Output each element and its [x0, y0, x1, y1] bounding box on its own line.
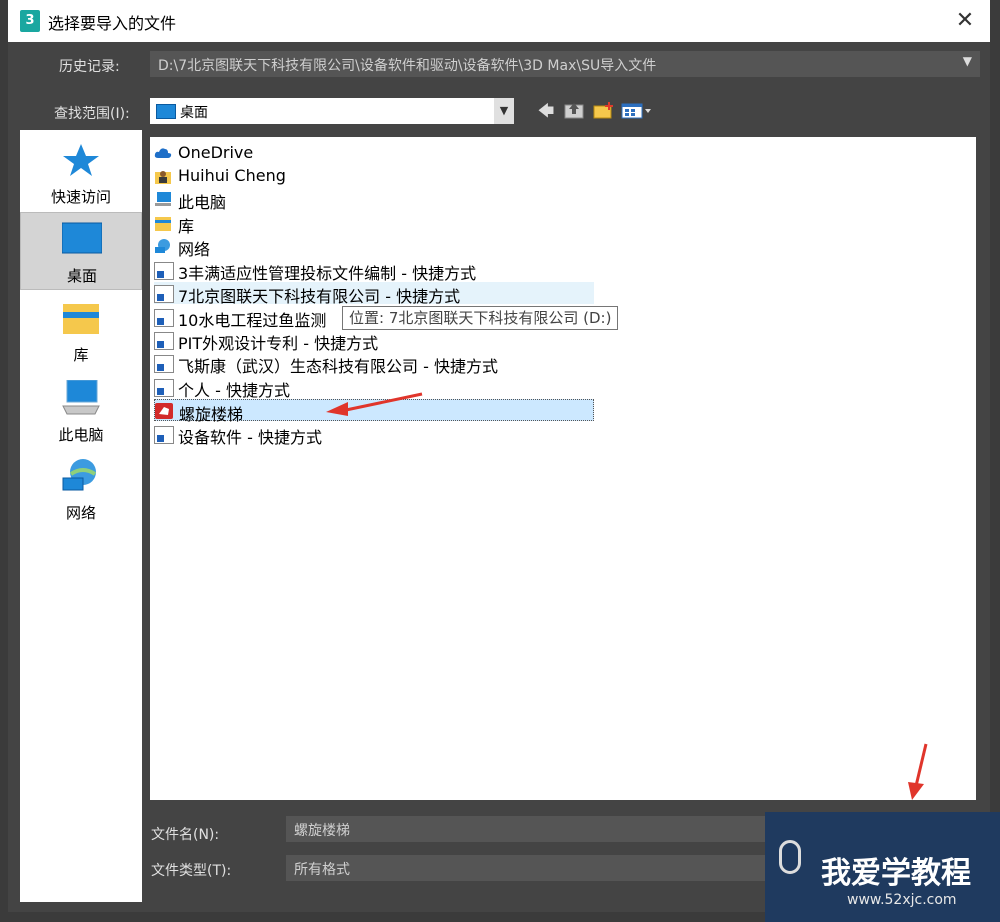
- place-library[interactable]: 库: [20, 292, 142, 370]
- file-item[interactable]: 网络: [154, 235, 454, 259]
- desktop-icon: [156, 104, 176, 119]
- file-name: PIT外观设计专利 - 快捷方式: [178, 334, 379, 353]
- shortcut-icon: [154, 426, 174, 444]
- file-name: 螺旋楼梯: [179, 405, 244, 424]
- history-dropdown[interactable]: D:\7北京图联天下科技有限公司\设备软件和驱动\设备软件\3D Max\SU导…: [150, 51, 980, 77]
- place-label: 网络: [65, 504, 96, 522]
- shortcut-icon: [154, 379, 174, 397]
- shortcut-icon: [154, 285, 174, 303]
- file-item[interactable]: 10水电工程过鱼监测: [154, 306, 334, 330]
- file-name: 10水电工程过鱼监测: [178, 311, 327, 330]
- shortcut-icon: [154, 332, 174, 350]
- place-quick-access[interactable]: 快速访问: [20, 134, 142, 212]
- place-label: 此电脑: [58, 426, 104, 444]
- up-folder-icon[interactable]: [562, 100, 586, 122]
- red-arrow-annotation: [326, 392, 423, 416]
- watermark-url: www.52xjc.com: [847, 892, 957, 908]
- file-name: 7北京图联天下科技有限公司 - 快捷方式: [178, 287, 461, 306]
- dialog-title: 选择要导入的文件: [48, 14, 177, 33]
- chevron-down-icon: ▼: [962, 54, 972, 68]
- filetype-label: 文件类型(T):: [151, 863, 232, 879]
- library-icon: [155, 217, 171, 231]
- sketchup-file-icon: [155, 403, 173, 419]
- file-name: 个人 - 快捷方式: [178, 381, 290, 400]
- app-3dsmax-icon: 3: [20, 10, 40, 32]
- file-item[interactable]: Huihui Cheng: [154, 165, 454, 187]
- close-button[interactable]: ✕: [950, 6, 980, 36]
- place-label: 库: [73, 346, 89, 364]
- place-label: 快速访问: [50, 188, 111, 206]
- file-name: Huihui Cheng: [178, 166, 286, 185]
- filetype-value: 所有格式: [294, 862, 350, 878]
- file-item[interactable]: 3丰满适应性管理投标文件编制 - 快捷方式: [154, 259, 594, 283]
- places-bar: 快速访问 桌面 库 此电脑 网络: [20, 130, 142, 902]
- file-item[interactable]: 库: [154, 212, 454, 236]
- network-icon: [62, 459, 97, 491]
- network-icon: [155, 239, 170, 253]
- view-menu-icon[interactable]: [620, 100, 654, 122]
- file-name: 设备软件 - 快捷方式: [178, 428, 322, 447]
- file-item[interactable]: PIT外观设计专利 - 快捷方式: [154, 329, 594, 353]
- location-tooltip: 位置: 7北京图联天下科技有限公司 (D:): [342, 306, 619, 330]
- star-icon: [63, 144, 99, 176]
- file-item[interactable]: 设备软件 - 快捷方式: [154, 423, 594, 447]
- import-file-dialog: 3 选择要导入的文件 ✕ 历史记录: D:\7北京图联天下科技有限公司\设备软件…: [8, 0, 990, 912]
- library-icon: [63, 304, 99, 334]
- paperclip-icon: [779, 840, 801, 874]
- shortcut-icon: [154, 355, 174, 373]
- file-item[interactable]: 此电脑: [154, 188, 454, 212]
- computer-icon: [155, 192, 171, 206]
- look-in-value: 桌面: [180, 105, 208, 121]
- red-arrow-annotation: [908, 743, 928, 800]
- look-in-label: 查找范围(I):: [54, 106, 130, 122]
- title-bar: 3 选择要导入的文件 ✕: [8, 0, 990, 42]
- new-folder-icon[interactable]: [592, 100, 616, 122]
- place-this-pc[interactable]: 此电脑: [20, 372, 142, 450]
- back-arrow-icon[interactable]: 🡄: [536, 100, 556, 122]
- watermark-overlay: 我爱学教程 www.52xjc.com: [765, 812, 1000, 922]
- history-label: 历史记录:: [59, 59, 120, 75]
- user-folder-icon: [155, 171, 171, 184]
- file-name: 网络: [178, 240, 211, 259]
- place-network[interactable]: 网络: [20, 450, 142, 528]
- desktop-icon: [62, 222, 102, 254]
- file-item[interactable]: 7北京图联天下科技有限公司 - 快捷方式: [154, 282, 594, 306]
- shortcut-icon: [154, 309, 174, 327]
- file-name: 飞斯康（武汉）生态科技有限公司 - 快捷方式: [178, 357, 498, 376]
- history-value: D:\7北京图联天下科技有限公司\设备软件和驱动\设备软件\3D Max\SU导…: [158, 58, 657, 74]
- look-in-dropdown-arrow[interactable]: ▼: [494, 98, 514, 124]
- shortcut-icon: [154, 262, 174, 280]
- cloud-icon: [154, 148, 172, 158]
- look-in-dropdown[interactable]: 桌面: [150, 98, 494, 124]
- filename-label: 文件名(N):: [151, 827, 220, 843]
- file-name: 3丰满适应性管理投标文件编制 - 快捷方式: [178, 264, 477, 283]
- file-name: 此电脑: [178, 193, 227, 212]
- filename-value: 螺旋楼梯: [294, 823, 350, 839]
- file-list: OneDrive Huihui Cheng 此电脑 库 网络 3丰满适应性管理投…: [150, 137, 976, 800]
- computer-icon: [62, 380, 100, 415]
- place-label: 桌面: [66, 267, 97, 285]
- file-item[interactable]: 飞斯康（武汉）生态科技有限公司 - 快捷方式: [154, 352, 594, 376]
- file-item[interactable]: OneDrive: [154, 142, 454, 164]
- place-desktop[interactable]: 桌面: [20, 212, 142, 290]
- file-name: 库: [178, 217, 195, 236]
- file-name: OneDrive: [178, 143, 254, 162]
- watermark-main-text: 我爱学教程: [821, 856, 971, 891]
